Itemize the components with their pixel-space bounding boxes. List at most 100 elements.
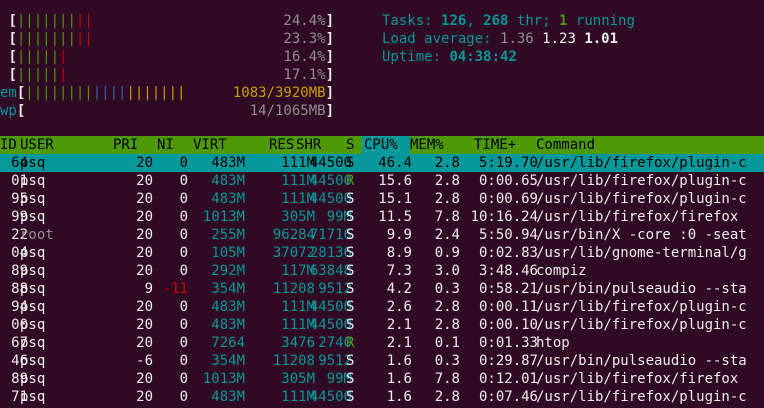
meter-0: [||||||||| <box>8 13 93 29</box>
cell-user: psq <box>20 191 46 207</box>
cell-time: 0:01.33 <box>478 335 538 351</box>
cell-s: R <box>346 173 355 189</box>
cell-cpu: 4.2 <box>386 281 412 297</box>
process-row[interactable]: 88 psq 9 -11 354M 11208 9512 S 4.2 0.3 0:58.21/usr… <box>0 280 764 298</box>
meter-2: [|||||| <box>8 49 68 65</box>
cell-cmd: /usr/lib/firefox/plugin-c <box>536 389 747 405</box>
cell-time: 0:00.65 <box>478 173 538 189</box>
process-row[interactable]: 95 psq 20 0 483M 111M 44500 S 15.1 2.8 0:00.69/usr… <box>0 190 764 208</box>
meter-bar-segment: |||| <box>92 85 127 101</box>
cell-cmd: /usr/lib/firefox/plugin-c <box>536 299 747 315</box>
process-row[interactable]: 64 psq 20 0 483M 111M 44500 S 46.4 2.8 5:19.70/usr… <box>0 154 764 172</box>
meter-label: wp <box>0 103 17 119</box>
col-pri[interactable]: PRI <box>113 136 138 154</box>
cell-cmd: /usr/bin/pulseaudio --sta <box>536 281 747 297</box>
meter-bar-segment: ||||||| <box>126 85 186 101</box>
process-row[interactable]: 67 psq 20 0 7264 3476 2740 R 2.1 0.1 0:01.33 htop <box>0 334 764 352</box>
col-pid[interactable]: ID <box>0 136 17 154</box>
cell-cpu: 15.6 <box>378 173 412 189</box>
process-row[interactable]: 99 psq 20 0 1013M 305M 99M S 11.5 7.8 10:16.24/usr… <box>0 208 764 226</box>
cell-mem: 0.3 <box>434 353 460 369</box>
cell-virt: 483M <box>211 173 245 189</box>
cell-cpu: 2.1 <box>386 335 412 351</box>
cell-mem: 7.8 <box>434 209 460 225</box>
cell-pri: 20 <box>136 173 153 189</box>
cell-s: S <box>346 281 355 297</box>
cell-time: 10:16.24 <box>470 209 538 225</box>
col-ni[interactable]: NI <box>157 136 174 154</box>
cell-cpu: 8.9 <box>386 245 412 261</box>
cell-mem: 2.4 <box>434 227 460 243</box>
cell-virt: 105M <box>211 245 245 261</box>
process-row[interactable]: 22 root 20 0 255M 96284 71716 S 9.9 2.4 5:50.94/us… <box>0 226 764 244</box>
cell-pri: 20 <box>136 209 153 225</box>
col-cpu[interactable]: CPU% <box>364 136 398 154</box>
cell-user: psq <box>20 389 46 405</box>
cell-time: 0:29.87 <box>478 353 538 369</box>
process-table-header[interactable]: ID USER PRI NI VIRT RES SHR S CPU% MEM% … <box>0 136 764 154</box>
cell-cmd: /usr/bin/pulseaudio --sta <box>536 353 747 369</box>
cell-virt: 483M <box>211 389 245 405</box>
col-shr[interactable]: SHR <box>296 136 321 154</box>
col-time[interactable]: TIME+ <box>474 136 516 154</box>
cell-virt: 354M <box>211 281 245 297</box>
process-row[interactable]: 00 psq 20 0 483M 111M 44500 S 2.1 2.8 0:00.10/usr/… <box>0 316 764 334</box>
cell-s: S <box>346 299 355 315</box>
process-row[interactable]: 89 psq 20 0 292M 117M 63848 S 7.3 3.0 3:48.46 compi… <box>0 262 764 280</box>
cell-ni: 0 <box>179 227 188 243</box>
col-mem[interactable]: MEM% <box>410 136 444 154</box>
col-command[interactable]: Command <box>536 136 595 154</box>
cell-user: psq <box>20 335 46 351</box>
meter-bar-segment: ||||| <box>16 49 60 65</box>
cell-cpu: 1.6 <box>386 389 412 405</box>
cell-mem: 2.8 <box>434 155 460 171</box>
cell-mem: 7.8 <box>434 371 460 387</box>
cell-virt: 1013M <box>202 371 245 387</box>
cell-virt: 1013M <box>202 209 245 225</box>
col-res[interactable]: RES <box>269 136 294 154</box>
cell-mem: 2.8 <box>434 299 460 315</box>
cell-virt: 354M <box>211 353 245 369</box>
cell-cmd: /usr/lib/firefox/plugin-c <box>536 173 747 189</box>
cell-cpu: 9.9 <box>386 227 412 243</box>
process-row[interactable]: 71 psq 20 0 483M 111M 44500 S 1.6 2.8 0:07.46/usr/… <box>0 388 764 406</box>
cell-ni: 0 <box>179 191 188 207</box>
cell-pri: 20 <box>136 317 153 333</box>
cell-time: 0:07.46 <box>478 389 538 405</box>
cell-ni: 0 <box>179 209 188 225</box>
col-virt[interactable]: VIRT <box>193 136 227 154</box>
cell-pri: 20 <box>136 155 153 171</box>
cell-time: 0:00.10 <box>478 317 538 333</box>
cell-mem: 0.3 <box>434 281 460 297</box>
cell-time: 5:50.94 <box>478 227 538 243</box>
cell-s: S <box>346 371 355 387</box>
process-row[interactable]: 89 psq 20 0 1013M 305M 99M S 1.6 7.8 0:12.01/usr/l… <box>0 370 764 388</box>
meter-value: 14/1065MB] <box>249 103 334 119</box>
cell-cmd: /usr/lib/firefox/plugin-c <box>536 191 747 207</box>
cell-user: psq <box>20 317 46 333</box>
cell-mem: 2.8 <box>434 317 460 333</box>
process-row[interactable]: 01 psq 20 0 483M 111M 44500 R 15.6 2.8 0:00.65/usr… <box>0 172 764 190</box>
cell-user: psq <box>20 371 46 387</box>
cell-cmd: /usr/bin/X -core :0 -seat <box>536 227 747 243</box>
col-user[interactable]: USER <box>20 136 54 154</box>
cell-pri: 9 <box>144 281 153 297</box>
cell-cpu: 11.5 <box>378 209 412 225</box>
cell-user: psq <box>20 353 46 369</box>
meter-bar-segment: | <box>59 67 68 83</box>
cell-ni: 0 <box>179 155 188 171</box>
cell-cpu: 15.1 <box>378 191 412 207</box>
col-state[interactable]: S <box>346 136 354 154</box>
cell-res: 96284 <box>272 227 315 243</box>
meter-bar-segment: |||| <box>16 31 51 47</box>
process-row[interactable]: 94 psq 20 0 483M 111M 44500 S 2.6 2.8 0:00.11/usr/… <box>0 298 764 316</box>
cell-cpu: 1.6 <box>386 371 412 387</box>
cell-res: 3476 <box>281 335 315 351</box>
cell-time: 0:02.83 <box>478 245 538 261</box>
cell-cmd: compiz <box>536 263 587 279</box>
cell-ni: 0 <box>179 335 188 351</box>
process-row[interactable]: 04 psq 20 0 105M 37072 28136 S 8.9 0.9 0:02.83/usr… <box>0 244 764 262</box>
cell-virt: 292M <box>211 263 245 279</box>
process-row[interactable]: 46 psq -6 0 354M 11208 9512 S 1.6 0.3 0:29.87/usr/… <box>0 352 764 370</box>
cell-pri: 20 <box>136 191 153 207</box>
